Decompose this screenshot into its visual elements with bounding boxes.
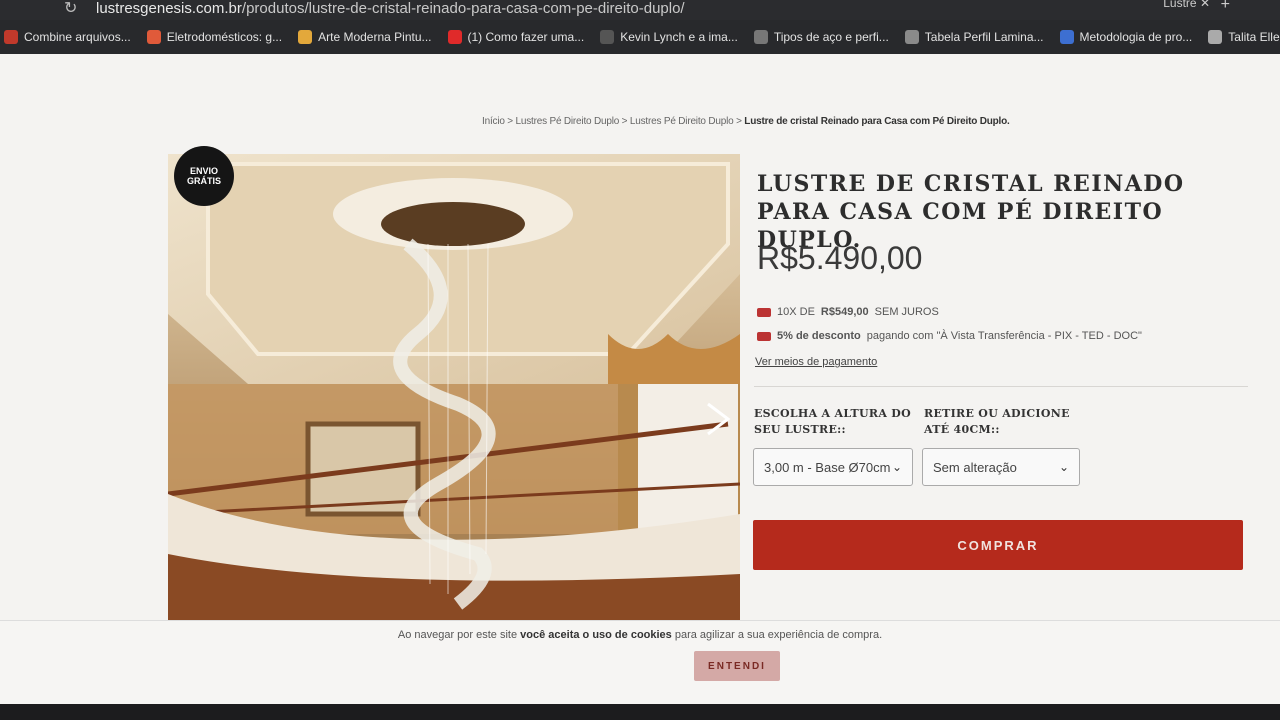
adjust-label: RETIRE OU ADICIONE ATÉ 40CM:: — [924, 407, 1070, 436]
cookie-accept-button[interactable]: ENTENDI — [694, 651, 780, 681]
installments-line: 10X DE R$549,00 SEM JUROS — [757, 306, 939, 318]
taskbar — [0, 704, 1280, 720]
buy-button[interactable]: COMPRAR — [753, 520, 1243, 570]
bookmark-item[interactable]: (1) Como fazer uma... — [447, 30, 585, 44]
bookmark-item[interactable]: Tipos de aço e perfi... — [753, 30, 889, 44]
chevron-down-icon: ⌄ — [891, 460, 902, 474]
height-select[interactable]: 3,00 m - Base Ø70cm ⌄ — [753, 448, 913, 486]
bookmark-label: Metodologia de pro... — [1079, 30, 1193, 44]
height-label: ESCOLHA A ALTURA DO SEU LUSTRE:: — [754, 407, 911, 436]
breadcrumb-category-link[interactable]: Lustres Pé Direito Duplo — [516, 116, 620, 127]
product-image[interactable] — [168, 154, 740, 622]
bookmark-favicon-icon — [1208, 30, 1223, 44]
bookmark-favicon-icon — [298, 30, 313, 44]
cookie-text-pre: Ao navegar por este site — [397, 629, 518, 641]
bookmark-favicon-icon — [600, 30, 615, 44]
breadcrumb-current: Lustre de cristal Reinado para Casa com … — [744, 116, 1010, 127]
breadcrumb-category-link[interactable]: Lustres Pé Direito Duplo — [630, 116, 734, 127]
address-bar[interactable]: lustresgenesis.com.br/produtos/lustre-de… — [96, 0, 685, 17]
breadcrumb: Início > Lustres Pé Direito Duplo > Lust… — [482, 116, 1010, 127]
bookmark-label: Kevin Lynch e a ima... — [620, 30, 738, 44]
installments-value: R$549,00 — [820, 306, 869, 318]
bookmark-item[interactable]: Talita Ellen Lullo De... — [1208, 30, 1280, 44]
browser-top-bar: ↻ lustresgenesis.com.br/produtos/lustre-… — [0, 0, 1280, 20]
bookmark-label: Arte Moderna Pintu... — [318, 30, 432, 44]
bookmark-label: Eletrodomésticos: g... — [166, 30, 283, 44]
bookmark-favicon-icon — [904, 30, 919, 44]
section-divider — [754, 386, 1248, 387]
chandelier-photo — [168, 154, 740, 622]
cookie-text: Ao navegar por este site você aceita o u… — [0, 629, 1280, 641]
cookie-text-bold: você aceita o uso de cookies — [520, 629, 672, 641]
bookmark-item[interactable]: Tabela Perfil Lamina... — [904, 30, 1044, 44]
adjust-select[interactable]: Sem alteração ⌄ — [922, 448, 1080, 486]
bookmark-favicon-icon — [4, 30, 18, 44]
reload-icon[interactable]: ↻ — [64, 0, 77, 18]
discount-icon — [757, 331, 771, 341]
bookmark-label: (1) Como fazer uma... — [467, 30, 585, 44]
bookmark-item[interactable]: Kevin Lynch e a ima... — [600, 30, 738, 44]
bookmark-favicon-icon — [1059, 30, 1074, 44]
url-path: /produtos/lustre-de-cristal-reinado-para… — [241, 0, 685, 17]
bookmark-label: Combine arquivos... — [24, 30, 131, 44]
browser-tab[interactable]: Lustre ✕ — [1163, 0, 1210, 10]
bookmark-favicon-icon — [753, 30, 768, 44]
new-tab-icon[interactable]: + — [1221, 0, 1230, 14]
chevron-down-icon: ⌄ — [1058, 460, 1069, 474]
store-page: Início > Lustres Pé Direito Duplo > Lust… — [0, 54, 1280, 704]
installments-prefix: 10X DE — [777, 306, 815, 318]
cookie-text-post: para agilizar a sua experiência de compr… — [674, 629, 883, 641]
bookmark-favicon-icon — [447, 30, 462, 44]
bookmark-label: Tipos de aço e perfi... — [773, 30, 889, 44]
discount-highlight: 5% de desconto — [777, 330, 861, 342]
card-icon — [757, 307, 771, 317]
installments-suffix: SEM JUROS — [874, 306, 939, 318]
bookmarks-bar: Combine arquivos... Eletrodomésticos: g.… — [0, 20, 1280, 54]
adjust-select-value: Sem alteração — [933, 459, 1017, 475]
bookmark-label: Talita Ellen Lullo De... — [1228, 30, 1280, 44]
cookie-banner: Ao navegar por este site você aceita o u… — [0, 620, 1280, 704]
tab-title: Lustre — [1163, 0, 1197, 10]
bookmark-item[interactable]: Metodologia de pro... — [1059, 30, 1193, 44]
discount-text: pagando com "À Vista Transferência - PIX… — [866, 330, 1142, 342]
height-select-value: 3,00 m - Base Ø70cm — [764, 459, 891, 475]
bookmark-favicon-icon — [146, 30, 161, 44]
bookmark-item[interactable]: Eletrodomésticos: g... — [146, 30, 283, 44]
product-price: R$5.490,00 — [757, 240, 923, 276]
breadcrumb-home-link[interactable]: Início — [482, 116, 505, 127]
payment-methods-link[interactable]: Ver meios de pagamento — [755, 356, 877, 368]
free-shipping-badge: ENVIO GRÁTIS — [174, 146, 234, 206]
bookmark-label: Tabela Perfil Lamina... — [924, 30, 1044, 44]
discount-line: 5% de desconto pagando com "À Vista Tran… — [757, 330, 1142, 342]
url-host: lustresgenesis.com.br — [96, 0, 242, 17]
bookmark-item[interactable]: Arte Moderna Pintu... — [298, 30, 432, 44]
bookmark-item[interactable]: Combine arquivos... — [4, 30, 131, 44]
